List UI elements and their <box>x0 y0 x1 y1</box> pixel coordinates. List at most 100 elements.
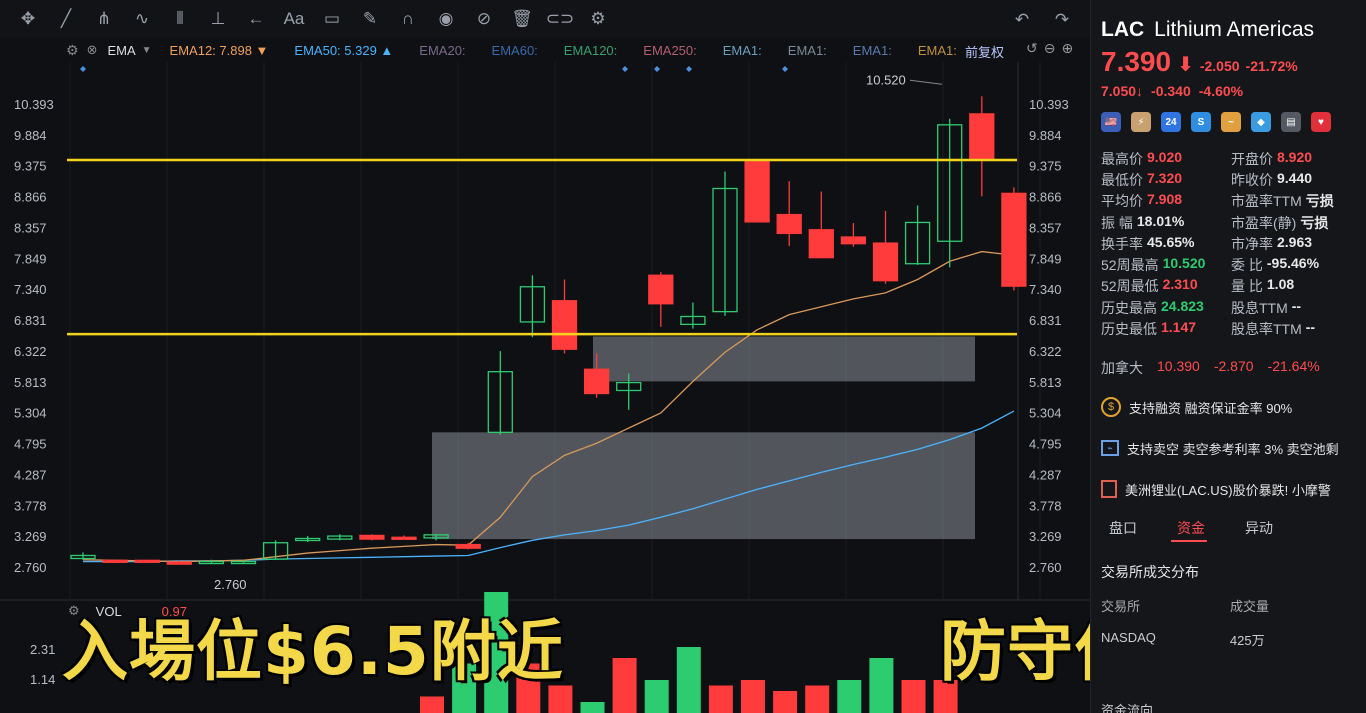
pen-icon[interactable]: ✎ <box>356 5 384 33</box>
note-icon[interactable]: ▤ <box>1281 112 1301 132</box>
24h-icon[interactable]: 24 <box>1161 112 1181 132</box>
y-tick-right: 6.831 <box>1029 313 1062 328</box>
ema-item[interactable]: EMA50: 5.329 ▲ <box>294 43 393 58</box>
fib-icon[interactable]: ⊥ <box>204 5 232 33</box>
premarket-line: 7.050↓ -0.340 -4.60% <box>1101 83 1243 99</box>
y-tick-right: 10.393 <box>1029 97 1069 112</box>
fork-icon[interactable]: ⋔ <box>90 5 118 33</box>
event-marker <box>80 66 86 72</box>
stat-key: 量 比 <box>1231 278 1263 295</box>
y-tick-left: 5.813 <box>14 375 47 390</box>
premarket-change: -0.340 <box>1151 83 1191 99</box>
redo-icon[interactable]: ↷ <box>1048 6 1076 34</box>
gear-icon[interactable]: ⚙ <box>584 5 612 33</box>
stock-title: LAC Lithium Americas <box>1101 18 1314 42</box>
stat-key: 52周最低 <box>1101 278 1159 295</box>
ema-item[interactable]: EMA60: <box>492 43 538 58</box>
stat-key: 委 比 <box>1231 257 1263 274</box>
y-tick-right: 5.304 <box>1029 406 1062 421</box>
stat-key: 历史最高 <box>1101 299 1157 316</box>
active-tab-indicator <box>1171 540 1207 542</box>
y-tick-right: 3.778 <box>1029 498 1062 513</box>
price-line: 7.390 ⬇ -2.050 -21.72% <box>1101 46 1298 78</box>
stat-key: 52周最高 <box>1101 257 1159 274</box>
volume-bar <box>676 647 701 713</box>
move-icon[interactable]: ✥ <box>14 5 42 33</box>
event-marker <box>782 66 788 72</box>
candle-body <box>583 368 610 395</box>
stat-key: 市盈率TTM <box>1231 193 1302 210</box>
ema-item[interactable]: EMA20: <box>419 43 465 58</box>
last-price: 7.390 <box>1101 46 1172 77</box>
ema-settings-icon[interactable]: ⚙ <box>66 42 79 59</box>
wave-icon[interactable]: ~ <box>1221 112 1241 132</box>
bars-icon[interactable]: ⦀ <box>166 5 194 33</box>
hide-icon[interactable]: ⊘ <box>470 5 498 33</box>
y-tick-left: 9.884 <box>14 128 47 143</box>
link-icon[interactable]: ⊂⊃ <box>546 5 575 33</box>
us-flag-icon[interactable]: 🇺🇸 <box>1101 112 1121 132</box>
y-tick-left: 7.849 <box>14 251 47 266</box>
ema-item[interactable]: EMA250: <box>643 43 696 58</box>
canada-price: 10.390 <box>1157 358 1200 374</box>
wave-icon[interactable]: ∿ <box>128 5 156 33</box>
zoom-out-icon[interactable]: ⊖ <box>1044 40 1056 57</box>
trash-icon[interactable]: 🗑 <box>508 5 536 33</box>
short-info[interactable]: ⌁ 支持卖空 卖空参考利率 3% 卖空池剩 <box>1101 433 1363 463</box>
zoom-in-icon[interactable]: ⊕ <box>1061 40 1073 57</box>
stats-grid: 最高价 9.020 开盘价 8.920 最低价 7.320 昨收价 9.440 平均价 7.908… <box>1101 148 1361 340</box>
y-tick-left: 3.269 <box>14 529 47 544</box>
canada-label: 加拿大 <box>1101 360 1143 376</box>
stat-cell: 历史最高 24.823 <box>1101 298 1231 318</box>
ema-item[interactable]: EMA12: 7.898 ▼ <box>170 43 269 58</box>
canada-quote[interactable]: 加拿大 10.390 -2.870 -21.64% <box>1101 358 1320 378</box>
news-text: 美洲锂业(LAC.US)股价暴跌! 小摩警 <box>1125 482 1331 498</box>
y-tick-left: 5.304 <box>14 406 47 421</box>
stat-row: 振 幅 18.01% 市盈率(静) 亏损 <box>1101 212 1361 233</box>
ema-item[interactable]: EMA120: <box>564 43 617 58</box>
ema-item[interactable]: EMA1: <box>853 43 892 58</box>
candle-body <box>455 543 481 549</box>
tab-movement[interactable]: 异动 <box>1245 518 1273 538</box>
undo-icon[interactable]: ↶ <box>1008 6 1036 34</box>
ema-item[interactable]: EMA1: <box>788 43 827 58</box>
stat-key: 股息率TTM <box>1231 321 1302 338</box>
ema-item[interactable]: EMA1: <box>723 43 762 58</box>
line-icon[interactable]: ╱ <box>52 5 80 33</box>
text-tool-icon[interactable]: Aa <box>280 5 308 33</box>
stat-key: 最高价 <box>1101 150 1143 167</box>
ema-close-icon[interactable]: ⊗ <box>87 42 98 58</box>
magnet-icon[interactable]: ∩ <box>394 5 422 33</box>
y-tick-left: 3.778 <box>14 498 47 513</box>
stat-key: 昨收价 <box>1231 171 1273 188</box>
event-marker <box>654 66 660 72</box>
reset-icon[interactable]: ↺ <box>1026 40 1038 57</box>
s-icon[interactable]: S <box>1191 112 1211 132</box>
high-label: 10.520 <box>866 72 906 87</box>
ema-indicator-name[interactable]: EMA <box>107 43 135 58</box>
tab-orderbook[interactable]: 盘口 <box>1109 518 1137 538</box>
adjust-mode[interactable]: 前复权 <box>965 42 1004 61</box>
stat-value: 24.823 <box>1161 297 1204 314</box>
stat-cell: 昨收价 9.440 <box>1231 170 1361 190</box>
margin-info[interactable]: $ 支持融资 融资保证金率 90% <box>1101 392 1363 422</box>
heart-icon[interactable]: ♥ <box>1311 112 1331 132</box>
volume-bar <box>741 680 765 713</box>
lightning-icon[interactable]: ⚡ <box>1131 112 1151 132</box>
stat-cell: 历史最低 1.147 <box>1101 319 1231 339</box>
stat-key: 平均价 <box>1101 193 1143 210</box>
premarket-pct: -4.60% <box>1198 83 1244 99</box>
tag-icon[interactable]: ◆ <box>1251 112 1271 132</box>
y-tick-left: 6.831 <box>14 313 47 328</box>
stat-cell: 市盈率(静) 亏损 <box>1231 213 1361 233</box>
candle-body <box>166 561 192 565</box>
ema-item[interactable]: EMA1: <box>918 43 957 58</box>
chevron-down-icon[interactable]: ▼ <box>142 45 152 56</box>
volume-bar <box>644 680 669 713</box>
comment-icon[interactable]: ▭ <box>318 5 346 33</box>
eye-icon[interactable]: ◉ <box>432 5 460 33</box>
news-info[interactable]: 美洲锂业(LAC.US)股价暴跌! 小摩警 <box>1101 474 1363 504</box>
chart-controls: ↺ ⊖ ⊕ <box>1026 40 1073 57</box>
tab-funds[interactable]: 资金 <box>1177 518 1205 538</box>
arrow-icon[interactable]: ← <box>242 5 270 33</box>
